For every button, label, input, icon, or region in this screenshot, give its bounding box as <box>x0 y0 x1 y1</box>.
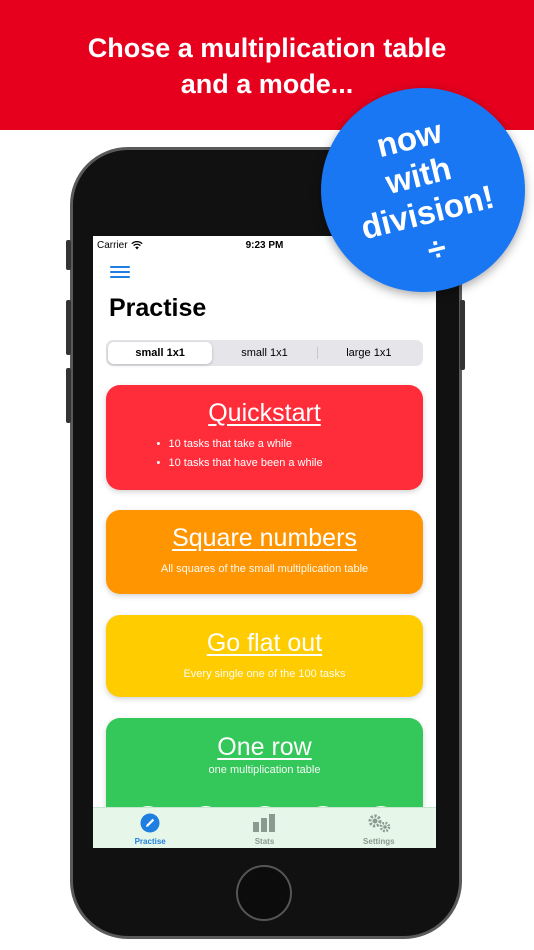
list-item: 10 tasks that take a while <box>155 435 375 454</box>
tab-practise[interactable]: Practise <box>93 808 207 848</box>
division-promo-badge: now with division! ÷ <box>321 88 525 292</box>
go-flat-out-card[interactable]: Go flat out Every single one of the 100 … <box>106 615 423 697</box>
segment-large[interactable]: large 1x1 <box>316 342 421 364</box>
bar-chart-icon <box>253 814 276 832</box>
tab-bar: Practise Stats Settings <box>93 807 436 848</box>
phone-volume-up <box>66 300 71 355</box>
page-title: Practise <box>109 294 207 322</box>
square-numbers-card[interactable]: Square numbers All squares of the small … <box>106 510 423 594</box>
segment-small-1[interactable]: small 1x1 <box>108 342 213 364</box>
phone-screen: Carrier 9:23 PM Practise small 1x1 small… <box>93 236 436 848</box>
banner-headline: Chose a multiplication table and a mode.… <box>87 33 447 99</box>
tab-stats[interactable]: Stats <box>207 808 321 848</box>
one-row-title: One row <box>217 733 312 761</box>
home-button <box>236 865 292 921</box>
menu-line <box>110 276 130 278</box>
table-size-segmented-control: small 1x1 small 1x1 large 1x1 <box>106 340 423 366</box>
phone-power-button <box>460 300 465 370</box>
pencil-icon <box>140 813 160 833</box>
segment-small-2[interactable]: small 1x1 <box>212 342 316 364</box>
go-flat-out-desc: Every single one of the 100 tasks <box>183 668 346 680</box>
quickstart-card[interactable]: Quickstart 10 tasks that take a while 10… <box>106 385 423 490</box>
menu-line <box>110 271 130 273</box>
menu-line <box>110 266 130 268</box>
phone-volume-down <box>66 368 71 423</box>
quickstart-title: Quickstart <box>208 399 321 427</box>
hamburger-menu-button[interactable] <box>110 266 130 280</box>
one-row-desc: one multiplication table <box>208 764 321 776</box>
square-numbers-desc: All squares of the small multiplication … <box>160 563 369 575</box>
phone-silent-switch <box>66 240 71 270</box>
gears-icon <box>368 814 391 833</box>
tab-settings[interactable]: Settings <box>322 808 436 848</box>
go-flat-out-title: Go flat out <box>206 629 323 657</box>
quickstart-bullets: 10 tasks that take a while 10 tasks that… <box>155 435 375 473</box>
list-item: 10 tasks that have been a while <box>155 454 375 473</box>
square-numbers-title: Square numbers <box>172 524 357 552</box>
